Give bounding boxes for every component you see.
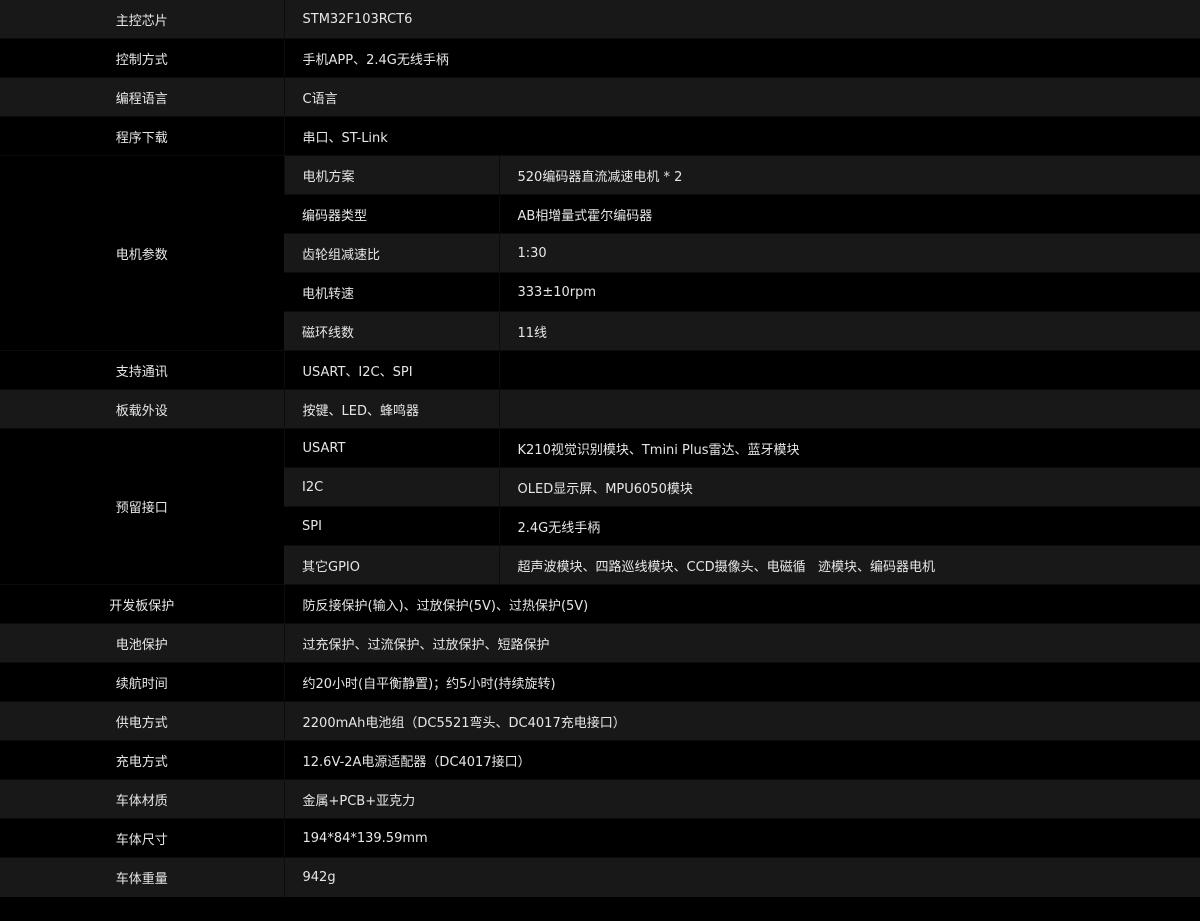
empty-cell xyxy=(498,350,1200,390)
spec-key-ports: 预留接口 xyxy=(0,428,284,585)
sub-label: USART xyxy=(283,428,499,468)
sub-value: OLED显示屏、MPU6050模块 xyxy=(498,467,1200,507)
table-row: 开发板保护 防反接保护(输入)、过放保护(5V)、过热保护(5V) xyxy=(0,584,1200,624)
spec-value: 串口、ST-Link xyxy=(283,116,1200,156)
table-row: 车体尺寸 194*84*139.59mm xyxy=(0,818,1200,858)
sub-label: I2C xyxy=(284,467,499,507)
spec-key: 主控芯片 xyxy=(0,0,284,39)
sub-value: 超声波模块、四路巡线模块、CCD摄像头、电磁循 迹模块、编码器电机 xyxy=(498,545,1200,585)
spec-key: 控制方式 xyxy=(0,38,284,78)
table-row: 充电方式 12.6V-2A电源适配器（DC4017接口） xyxy=(0,740,1200,780)
table-row: 程序下载 串口、ST-Link xyxy=(0,116,1200,156)
spec-value: 过充保护、过流保护、过放保护、短路保护 xyxy=(283,623,1200,663)
spec-key-motor: 电机参数 xyxy=(0,155,284,351)
spec-value: 194*84*139.59mm xyxy=(283,818,1200,858)
sub-value: 2.4G无线手柄 xyxy=(498,506,1200,546)
sub-label: 磁环线数 xyxy=(284,311,499,351)
sub-label: 电机方案 xyxy=(283,155,499,195)
spec-key: 充电方式 xyxy=(0,740,284,780)
table-row: 板载外设 按键、LED、蜂鸣器 xyxy=(0,389,1200,429)
spec-key: 电池保护 xyxy=(0,623,284,663)
table-row: 电机参数 电机方案 520编码器直流减速电机 * 2 xyxy=(0,155,1200,351)
spec-value: 防反接保护(输入)、过放保护(5V)、过热保护(5V) xyxy=(283,584,1200,624)
spec-value: 2200mAh电池组（DC5521弯头、DC4017充电接口） xyxy=(283,701,1200,741)
spec-value: 942g xyxy=(283,857,1200,897)
sub-label: SPI xyxy=(284,506,499,546)
table-row: 主控芯片 STM32F103RCT6 xyxy=(0,0,1200,39)
spec-value: STM32F103RCT6 xyxy=(283,0,1200,39)
spec-key: 程序下载 xyxy=(0,116,284,156)
sub-label: 电机转速 xyxy=(284,272,499,312)
spec-key: 续航时间 xyxy=(0,662,284,702)
sub-label: 编码器类型 xyxy=(284,194,499,234)
table-row: 编程语言 C语言 xyxy=(0,77,1200,117)
spec-value: C语言 xyxy=(283,77,1200,117)
table-row: 车体重量 942g xyxy=(0,857,1200,897)
table-row: 预留接口 USART K210视觉识别模块、Tmini Plus雷达、蓝牙模块 xyxy=(0,428,1200,585)
table-row: 供电方式 2200mAh电池组（DC5521弯头、DC4017充电接口） xyxy=(0,701,1200,741)
table-row: 控制方式 手机APP、2.4G无线手柄 xyxy=(0,38,1200,78)
spec-key: 车体重量 xyxy=(0,857,284,897)
sub-label: 其它GPIO xyxy=(284,545,499,585)
spec-key: 支持通讯 xyxy=(0,350,284,390)
sub-value: K210视觉识别模块、Tmini Plus雷达、蓝牙模块 xyxy=(498,428,1200,468)
sub-value: 333±10rpm xyxy=(498,272,1200,312)
spec-value: 约20小时(自平衡静置)；约5小时(持续旋转) xyxy=(283,662,1200,702)
spec-value: USART、I2C、SPI xyxy=(283,350,499,390)
spec-table: 主控芯片 STM32F103RCT6 控制方式 手机APP、2.4G无线手柄 编… xyxy=(0,0,1200,897)
table-row: 电池保护 过充保护、过流保护、过放保护、短路保护 xyxy=(0,623,1200,663)
spec-value: 金属+PCB+亚克力 xyxy=(283,779,1200,819)
sub-value: 1:30 xyxy=(498,233,1200,273)
sub-label: 齿轮组减速比 xyxy=(284,233,499,273)
spec-key: 供电方式 xyxy=(0,701,284,741)
table-row: 支持通讯 USART、I2C、SPI xyxy=(0,350,1200,390)
sub-value: AB相增量式霍尔编码器 xyxy=(498,194,1200,234)
spec-key: 编程语言 xyxy=(0,77,284,117)
sub-value: 11线 xyxy=(498,311,1200,351)
table-row: 续航时间 约20小时(自平衡静置)；约5小时(持续旋转) xyxy=(0,662,1200,702)
spec-value: 12.6V-2A电源适配器（DC4017接口） xyxy=(283,740,1200,780)
table-row: 车体材质 金属+PCB+亚克力 xyxy=(0,779,1200,819)
spec-key: 车体尺寸 xyxy=(0,818,284,858)
sub-value: 520编码器直流减速电机 * 2 xyxy=(498,155,1200,195)
spec-key: 板载外设 xyxy=(0,389,284,429)
spec-value: 手机APP、2.4G无线手柄 xyxy=(283,38,1200,78)
spec-value: 按键、LED、蜂鸣器 xyxy=(283,389,499,429)
spec-key: 车体材质 xyxy=(0,779,284,819)
spec-key: 开发板保护 xyxy=(0,584,284,624)
empty-cell xyxy=(498,389,1200,429)
